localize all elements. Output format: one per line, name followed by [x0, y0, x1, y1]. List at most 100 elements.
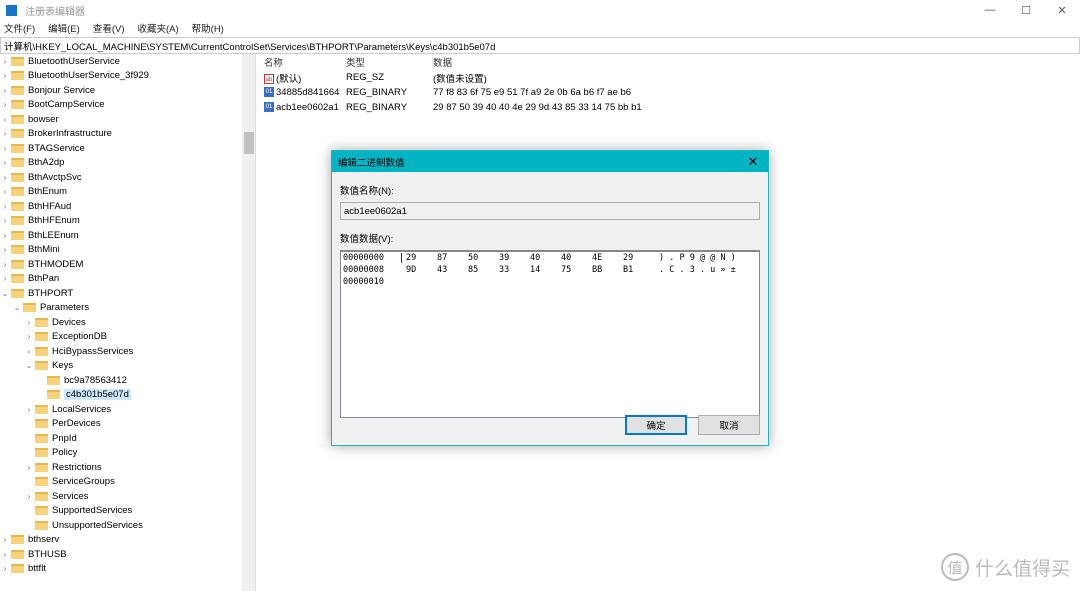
tree-item[interactable]: › LocalServices — [0, 402, 255, 417]
tree-item[interactable]: › HciBypassServices — [0, 344, 255, 359]
tree-item[interactable]: ServiceGroups — [0, 475, 255, 490]
tree-item[interactable]: › BTHMODEM — [0, 257, 255, 272]
menu-item[interactable]: 文件(F) — [4, 21, 35, 35]
column-header-data[interactable]: 数据 — [433, 55, 653, 69]
chevron-right-icon[interactable]: › — [0, 231, 10, 240]
tree-item[interactable]: › BTHUSB — [0, 547, 255, 562]
tree-item[interactable]: SupportedServices — [0, 504, 255, 519]
list-row[interactable]: 01 acb1ee0602a1 REG_BINARY 29 87 50 39 40 4… — [258, 100, 1080, 115]
chevron-right-icon[interactable]: › — [0, 187, 10, 196]
tree-item[interactable]: PerDevices — [0, 417, 255, 432]
tree-item[interactable]: ⌄ BTHPORT — [0, 286, 255, 301]
hex-byte[interactable]: 29 — [623, 253, 654, 263]
tree-item[interactable]: › Devices — [0, 315, 255, 330]
close-button[interactable]: ✕ — [1044, 0, 1080, 20]
tree-item[interactable]: › BTAGService — [0, 141, 255, 156]
tree-item[interactable]: › BthHFEnum — [0, 214, 255, 229]
chevron-right-icon[interactable]: › — [24, 405, 34, 414]
chevron-right-icon[interactable]: › — [24, 492, 34, 501]
tree-item[interactable]: bc9a78563412 — [0, 373, 255, 388]
tree-item[interactable]: › BthPan — [0, 272, 255, 287]
chevron-right-icon[interactable]: › — [0, 550, 10, 559]
hex-byte[interactable]: 4E — [592, 253, 623, 263]
tree-item[interactable]: › Bonjour Service — [0, 83, 255, 98]
tree-item[interactable]: › BthAvctpSvc — [0, 170, 255, 185]
chevron-right-icon[interactable]: › — [0, 115, 10, 124]
hex-byte[interactable]: 50 — [468, 253, 499, 263]
chevron-right-icon[interactable]: › — [0, 173, 10, 182]
chevron-down-icon[interactable]: ⌄ — [0, 289, 10, 298]
tree-item[interactable]: › Restrictions — [0, 460, 255, 475]
value-data-hex-editor[interactable]: 00000000 29 87 50 39 40 40 4E 29) . P 9 @ @ N ) 0… — [340, 250, 760, 418]
hex-byte[interactable]: 40 — [561, 253, 592, 263]
column-header-type[interactable]: 类型 — [346, 55, 433, 69]
hex-byte[interactable]: 87 — [437, 253, 468, 263]
tree-scrollbar[interactable] — [242, 54, 255, 591]
menu-item[interactable]: 编辑(E) — [48, 21, 80, 35]
hex-byte[interactable]: 33 — [499, 265, 530, 275]
minimize-button[interactable]: — — [972, 0, 1008, 20]
scrollbar-thumb[interactable] — [244, 132, 254, 154]
chevron-right-icon[interactable]: › — [0, 57, 10, 66]
tree-item[interactable]: › BrokerInfrastructure — [0, 127, 255, 142]
address-bar[interactable]: 计算机\HKEY_LOCAL_MACHINE\SYSTEM\CurrentCon… — [0, 37, 1080, 54]
tree-item[interactable]: › Services — [0, 489, 255, 504]
chevron-right-icon[interactable]: › — [0, 129, 10, 138]
chevron-right-icon[interactable]: › — [0, 71, 10, 80]
chevron-down-icon[interactable]: ⌄ — [12, 303, 22, 312]
tree-item[interactable]: › bthserv — [0, 533, 255, 548]
chevron-right-icon[interactable]: › — [0, 260, 10, 269]
tree-item[interactable]: › BthA2dp — [0, 156, 255, 171]
column-header-name[interactable]: 名称 — [258, 55, 346, 69]
chevron-right-icon[interactable]: › — [0, 216, 10, 225]
chevron-right-icon[interactable]: › — [24, 332, 34, 341]
chevron-right-icon[interactable]: › — [0, 274, 10, 283]
tree-item[interactable]: › ExceptionDB — [0, 330, 255, 345]
hex-bytes[interactable]: 29 87 50 39 40 40 4E 29 — [401, 253, 656, 263]
tree-item[interactable]: › bttflt — [0, 562, 255, 577]
hex-byte[interactable]: 85 — [468, 265, 499, 275]
hex-byte[interactable]: 40 — [530, 253, 561, 263]
tree-item[interactable]: › BthMini — [0, 243, 255, 258]
hex-byte[interactable]: B1 — [623, 265, 654, 275]
cancel-button[interactable]: 取消 — [698, 415, 760, 435]
chevron-right-icon[interactable]: › — [0, 158, 10, 167]
tree-item[interactable]: › BthHFAud — [0, 199, 255, 214]
chevron-right-icon[interactable]: › — [24, 347, 34, 356]
hex-byte[interactable]: 75 — [561, 265, 592, 275]
chevron-right-icon[interactable]: › — [24, 463, 34, 472]
tree-item[interactable]: PnpId — [0, 431, 255, 446]
hex-byte[interactable]: 43 — [437, 265, 468, 275]
hex-byte[interactable]: 9D — [406, 265, 437, 275]
menu-item[interactable]: 帮助(H) — [192, 21, 224, 35]
tree-item[interactable]: ⌄ Keys — [0, 359, 255, 374]
tree-item[interactable]: › BluetoothUserService_3f929 — [0, 69, 255, 84]
hex-byte[interactable]: 29 — [406, 253, 437, 263]
chevron-right-icon[interactable]: › — [0, 144, 10, 153]
chevron-right-icon[interactable]: › — [0, 202, 10, 211]
menu-item[interactable]: 收藏夹(A) — [137, 21, 178, 35]
chevron-right-icon[interactable]: › — [0, 535, 10, 544]
tree-item[interactable]: › bowser — [0, 112, 255, 127]
tree-item[interactable]: UnsupportedServices — [0, 518, 255, 533]
list-row[interactable]: 01 34885d841664 REG_BINARY 77 f8 83 6f 75 e… — [258, 85, 1080, 100]
chevron-right-icon[interactable]: › — [0, 86, 10, 95]
chevron-right-icon[interactable]: › — [0, 564, 10, 573]
chevron-right-icon[interactable]: › — [24, 318, 34, 327]
tree-item[interactable]: › BootCampService — [0, 98, 255, 113]
tree-item[interactable]: Policy — [0, 446, 255, 461]
chevron-down-icon[interactable]: ⌄ — [24, 361, 34, 370]
tree-item[interactable]: c4b301b5e07d — [0, 388, 255, 403]
list-row[interactable]: ab (默认) REG_SZ (数值未设置) — [258, 70, 1080, 85]
tree-item[interactable]: ⌄ Parameters — [0, 301, 255, 316]
ok-button[interactable]: 确定 — [625, 415, 687, 435]
value-name-field[interactable]: acb1ee0602a1 — [340, 202, 760, 220]
hex-bytes[interactable]: 9D 43 85 33 14 75 BB B1 — [401, 265, 656, 275]
hex-byte[interactable]: 39 — [499, 253, 530, 263]
dialog-close-button[interactable]: ✕ — [738, 154, 768, 170]
hex-byte[interactable]: 14 — [530, 265, 561, 275]
chevron-right-icon[interactable]: › — [0, 245, 10, 254]
menu-item[interactable]: 查看(V) — [93, 21, 125, 35]
tree-item[interactable]: › BthLEEnum — [0, 228, 255, 243]
tree-item[interactable]: › BluetoothUserService — [0, 54, 255, 69]
